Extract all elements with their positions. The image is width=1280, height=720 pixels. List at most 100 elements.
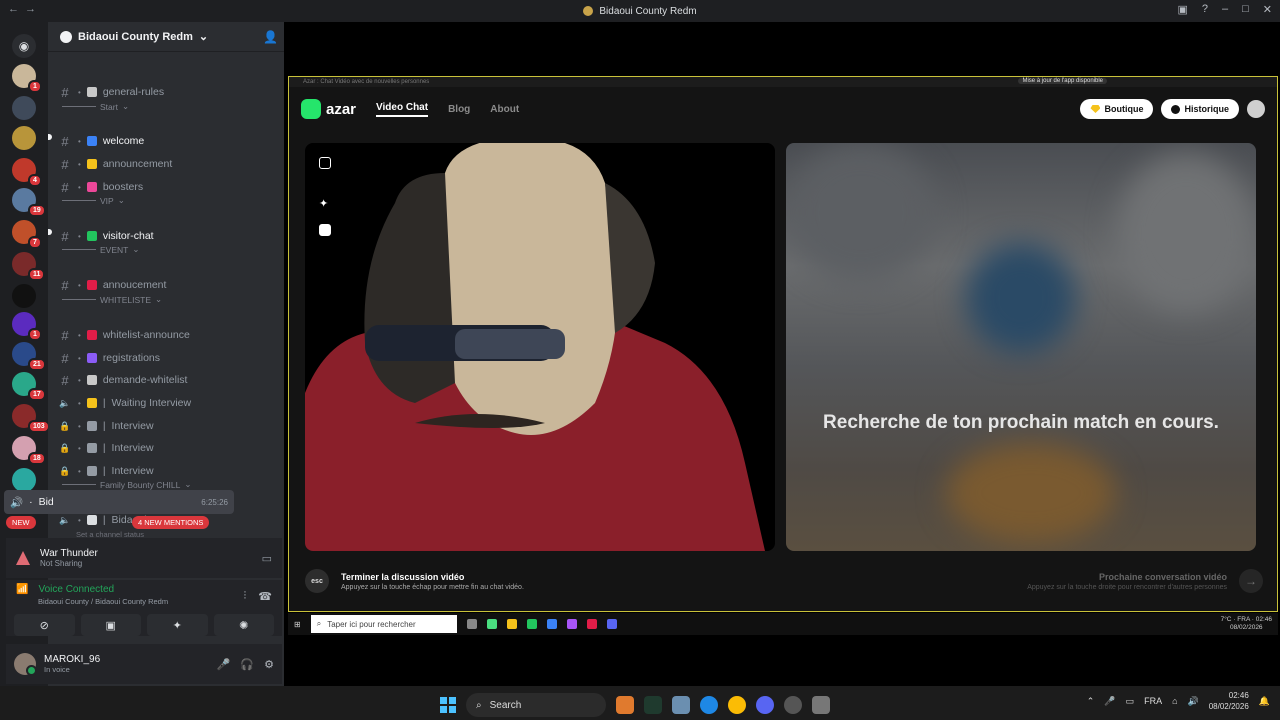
screen-share-button[interactable]: ▣ — [80, 614, 141, 636]
noise-suppression-icon[interactable]: ⫶ — [244, 590, 247, 603]
server-icon[interactable] — [12, 96, 36, 120]
taskbar-clock[interactable]: 02:46 08/02/2026 — [1209, 690, 1249, 712]
update-notice[interactable]: Mise à jour de l'app disponible — [1018, 78, 1107, 84]
camera-off-button[interactable]: ⊘ — [14, 614, 75, 636]
server-header[interactable]: Bidaoui County Redm ⌄ 👤 — [48, 22, 284, 52]
inner-clock[interactable]: 7°C · FRA · 02:46 08/02/2026 — [1221, 616, 1272, 632]
notification-icon[interactable]: 🔔 — [1259, 696, 1270, 707]
app-icon-2[interactable] — [586, 619, 597, 629]
azar-logo[interactable]: azar — [301, 99, 356, 119]
channel-voice[interactable]: 🔈 • | Waiting Interview — [58, 393, 280, 413]
discord-icon[interactable] — [756, 696, 774, 714]
discord-icon[interactable] — [606, 619, 617, 629]
new-pill[interactable]: NEW — [6, 516, 36, 529]
channel-text[interactable]: # • registrations — [58, 348, 280, 368]
sticker-icon[interactable] — [319, 224, 331, 236]
task-view-icon[interactable] — [466, 619, 477, 629]
language-indicator[interactable]: FRA — [1144, 696, 1162, 706]
voice-channel-current[interactable]: 🔊 · Bid 6:25:26 — [4, 490, 234, 514]
channel-label: Interview — [111, 465, 154, 477]
windows-start-icon[interactable]: ⊞ — [294, 620, 301, 629]
chevron-up-icon[interactable]: ⌃ — [1087, 696, 1095, 707]
disconnect-icon[interactable]: ☎ — [258, 590, 272, 603]
close-button[interactable]: ✕ — [1263, 3, 1272, 16]
whatsapp-icon[interactable] — [486, 619, 497, 629]
discord-home-icon[interactable]: ◉ — [12, 34, 36, 58]
category-header[interactable]: EVENT ⌄ — [62, 244, 284, 255]
avatar[interactable] — [14, 653, 37, 676]
chevron-down-icon: ⌄ — [184, 479, 192, 489]
esc-key[interactable]: esc — [305, 569, 329, 593]
historique-button[interactable]: Historique — [1161, 99, 1239, 119]
channel-text[interactable]: # • welcome — [58, 131, 280, 151]
minimize-button[interactable]: – — [1222, 3, 1228, 16]
screen-share-icon[interactable]: ▭ — [262, 552, 272, 565]
windows-start-icon[interactable] — [440, 697, 456, 713]
channel-text[interactable]: # • announcement — [58, 154, 280, 174]
window-controls[interactable]: ▣? – □ ✕ — [1177, 3, 1272, 16]
chevron-down-icon: ⌄ — [132, 244, 140, 254]
edge-icon[interactable] — [546, 619, 557, 629]
next-chat-title[interactable]: Prochaine conversation vidéo — [1027, 572, 1227, 582]
microphone-icon[interactable]: 🎤 — [1104, 696, 1115, 707]
steam-icon[interactable] — [784, 696, 802, 714]
hash-icon: # — [61, 179, 69, 195]
channel-text[interactable]: # • visitor-chat — [58, 226, 280, 246]
channel-locked[interactable]: 🔒 • | Interview — [58, 438, 280, 458]
channel-text[interactable]: # • whitelist-announce — [58, 325, 280, 345]
voice-location[interactable]: Bidaoui County / Bidaoui County Redm — [38, 597, 272, 606]
new-mentions-pill[interactable]: 4 NEW MENTIONS — [132, 516, 210, 529]
channel-text[interactable]: # • annoucement — [58, 275, 280, 295]
nav-video-chat[interactable]: Video Chat — [376, 102, 429, 117]
server-icon[interactable] — [12, 126, 36, 150]
channel-text[interactable]: # • boosters — [58, 177, 280, 197]
spotify-icon[interactable] — [526, 619, 537, 629]
arrow-right-icon[interactable]: → — [1239, 569, 1263, 593]
nav-about[interactable]: About — [490, 104, 519, 115]
app-icon[interactable] — [812, 696, 830, 714]
edge-icon[interactable] — [700, 696, 718, 714]
channel-label: welcome — [102, 135, 145, 147]
headphones-icon[interactable]: 🎧 — [240, 658, 254, 671]
chrome-icon[interactable] — [728, 696, 746, 714]
end-chat-title[interactable]: Terminer la discussion vidéo — [341, 572, 524, 582]
server-icon[interactable] — [12, 468, 36, 492]
boutique-button[interactable]: Boutique — [1080, 99, 1154, 119]
app-icon[interactable] — [566, 619, 577, 629]
back-forward-arrows[interactable]: ←→ — [8, 3, 42, 15]
channel-text[interactable]: # • demande-whitelist — [58, 370, 280, 390]
add-member-icon[interactable]: 👤 — [263, 30, 278, 44]
category-header[interactable]: Start ⌄ — [62, 101, 284, 112]
magic-wand-icon[interactable]: ✦ — [319, 197, 331, 210]
category-header[interactable]: Family Bounty CHILL ⌄ — [62, 479, 284, 490]
username[interactable]: MAROKI_96 — [44, 654, 100, 665]
volume-icon[interactable]: 🔊 — [1188, 696, 1199, 707]
category-header[interactable]: VIP ⌄ — [62, 195, 284, 206]
help-icon[interactable]: ? — [1202, 3, 1208, 16]
folder-icon[interactable] — [506, 619, 517, 629]
xampp-icon[interactable] — [616, 696, 634, 714]
display-icon[interactable]: ▭ — [1126, 696, 1135, 707]
settings-gear-icon[interactable]: ⚙ — [264, 658, 274, 671]
inbox-icon[interactable]: ▣ — [1177, 3, 1187, 16]
network-icon[interactable]: ⌂ — [1172, 696, 1177, 706]
hs-icon[interactable] — [644, 696, 662, 714]
channel-text[interactable]: # • general-rules — [58, 82, 280, 102]
separator-dot: • — [78, 330, 81, 340]
category-header[interactable]: WHITELISTE ⌄ — [62, 294, 284, 305]
voice-status[interactable]: Voice Connected — [38, 584, 114, 595]
photos-icon[interactable] — [672, 696, 690, 714]
taskbar-search[interactable]: ⌕ Search — [466, 693, 606, 717]
channel-locked[interactable]: 🔒 • | Interview — [58, 461, 280, 481]
maximize-button[interactable]: □ — [1242, 3, 1249, 16]
server-icon[interactable] — [12, 284, 36, 308]
inner-search-box[interactable]: ⌕ Taper ici pour rechercher — [310, 615, 457, 633]
soundboard-button[interactable]: ✺ — [213, 614, 274, 636]
microphone-icon[interactable]: 🎤 — [217, 658, 231, 671]
expand-icon[interactable] — [319, 157, 331, 169]
nav-blog[interactable]: Blog — [448, 104, 470, 115]
channel-locked[interactable]: 🔒 • | Interview — [58, 416, 280, 436]
profile-icon[interactable] — [1247, 100, 1265, 118]
channel-label: annoucement — [102, 279, 167, 291]
activities-button[interactable]: ✦ — [147, 614, 208, 636]
